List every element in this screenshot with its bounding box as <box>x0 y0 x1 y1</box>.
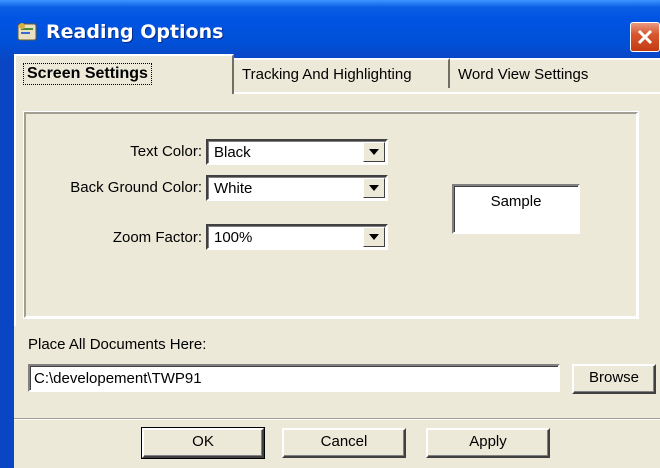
chevron-down-icon <box>369 185 379 191</box>
text-color-value: Black <box>214 144 251 161</box>
tab-screen-settings[interactable]: Screen Settings <box>14 54 234 94</box>
zoom-factor-select[interactable]: 100% <box>206 224 388 250</box>
cancel-button-label: Cancel <box>320 433 368 450</box>
text-color-select[interactable]: Black <box>206 139 388 165</box>
close-button[interactable] <box>630 22 660 52</box>
apply-button-label: Apply <box>469 433 507 450</box>
ok-button[interactable]: OK <box>141 427 265 459</box>
text-color-dropdown-button[interactable] <box>363 142 385 162</box>
zoom-factor-value: 100% <box>214 229 253 246</box>
tab-tracking-and-highlighting[interactable]: Tracking And Highlighting <box>234 58 450 88</box>
apply-button[interactable]: Apply <box>426 428 550 458</box>
text-color-label: Text Color: <box>130 143 202 160</box>
zoom-factor-label: Zoom Factor: <box>112 229 202 246</box>
background-color-dropdown-button[interactable] <box>363 178 385 198</box>
background-color-label: Back Ground Color: <box>70 179 202 196</box>
documents-path-label: Place All Documents Here: <box>28 336 207 353</box>
reading-options-dialog: Reading Options Screen Settings Tracking… <box>0 0 660 468</box>
chevron-down-icon <box>369 149 379 155</box>
tab-label: Screen Settings <box>23 63 152 85</box>
sample-preview: Sample <box>452 184 580 234</box>
documents-path-value: C:\developement\TWP91 <box>34 370 202 387</box>
window-frame-left <box>0 60 14 468</box>
window-title: Reading Options <box>46 21 224 43</box>
cancel-button[interactable]: Cancel <box>282 428 406 458</box>
documents-path-input[interactable]: C:\developement\TWP91 <box>28 364 560 392</box>
button-divider <box>14 418 660 420</box>
ok-button-label: OK <box>192 433 214 450</box>
browse-button[interactable]: Browse <box>572 364 656 394</box>
tab-label: Word View Settings <box>458 66 589 83</box>
background-color-select[interactable]: White <box>206 175 388 201</box>
chevron-down-icon <box>369 234 379 240</box>
background-color-value: White <box>214 180 253 197</box>
tab-word-view-settings[interactable]: Word View Settings <box>450 58 660 88</box>
title-bar[interactable]: Reading Options <box>0 0 660 60</box>
app-icon <box>17 23 37 41</box>
zoom-factor-dropdown-button[interactable] <box>363 227 385 247</box>
close-icon <box>637 29 653 45</box>
sample-text: Sample <box>490 193 542 210</box>
browse-button-label: Browse <box>588 369 640 386</box>
tab-label: Tracking And Highlighting <box>242 66 412 83</box>
